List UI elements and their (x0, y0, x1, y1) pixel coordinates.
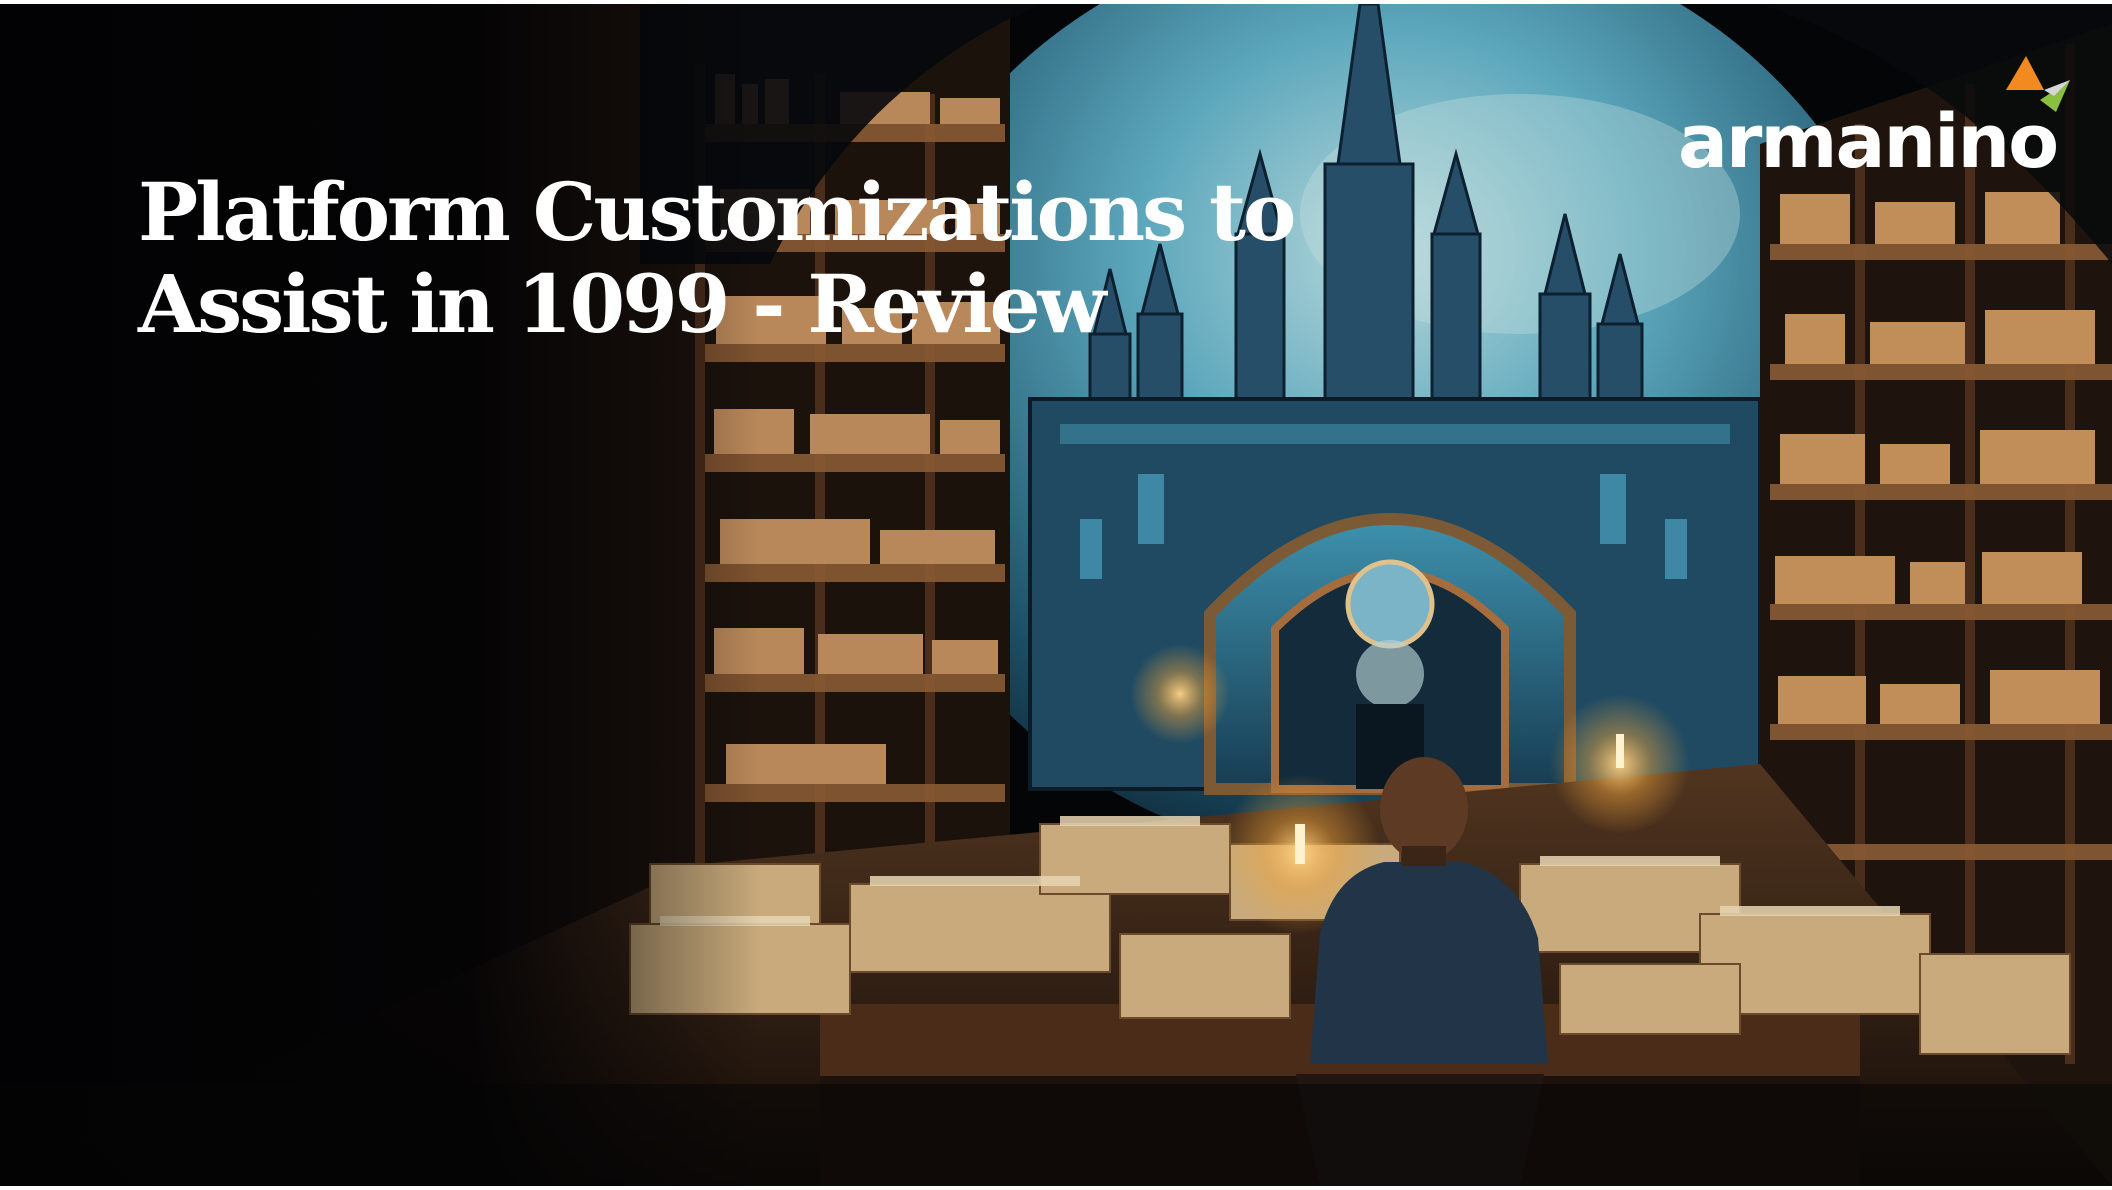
armanino-mark-icon (2006, 56, 2070, 112)
brand-logo: armanino (1674, 56, 2074, 186)
slide-title: Platform Customizations to Assist in 109… (138, 165, 1296, 351)
title-slide: Platform Customizations to Assist in 109… (0, 4, 2112, 1186)
